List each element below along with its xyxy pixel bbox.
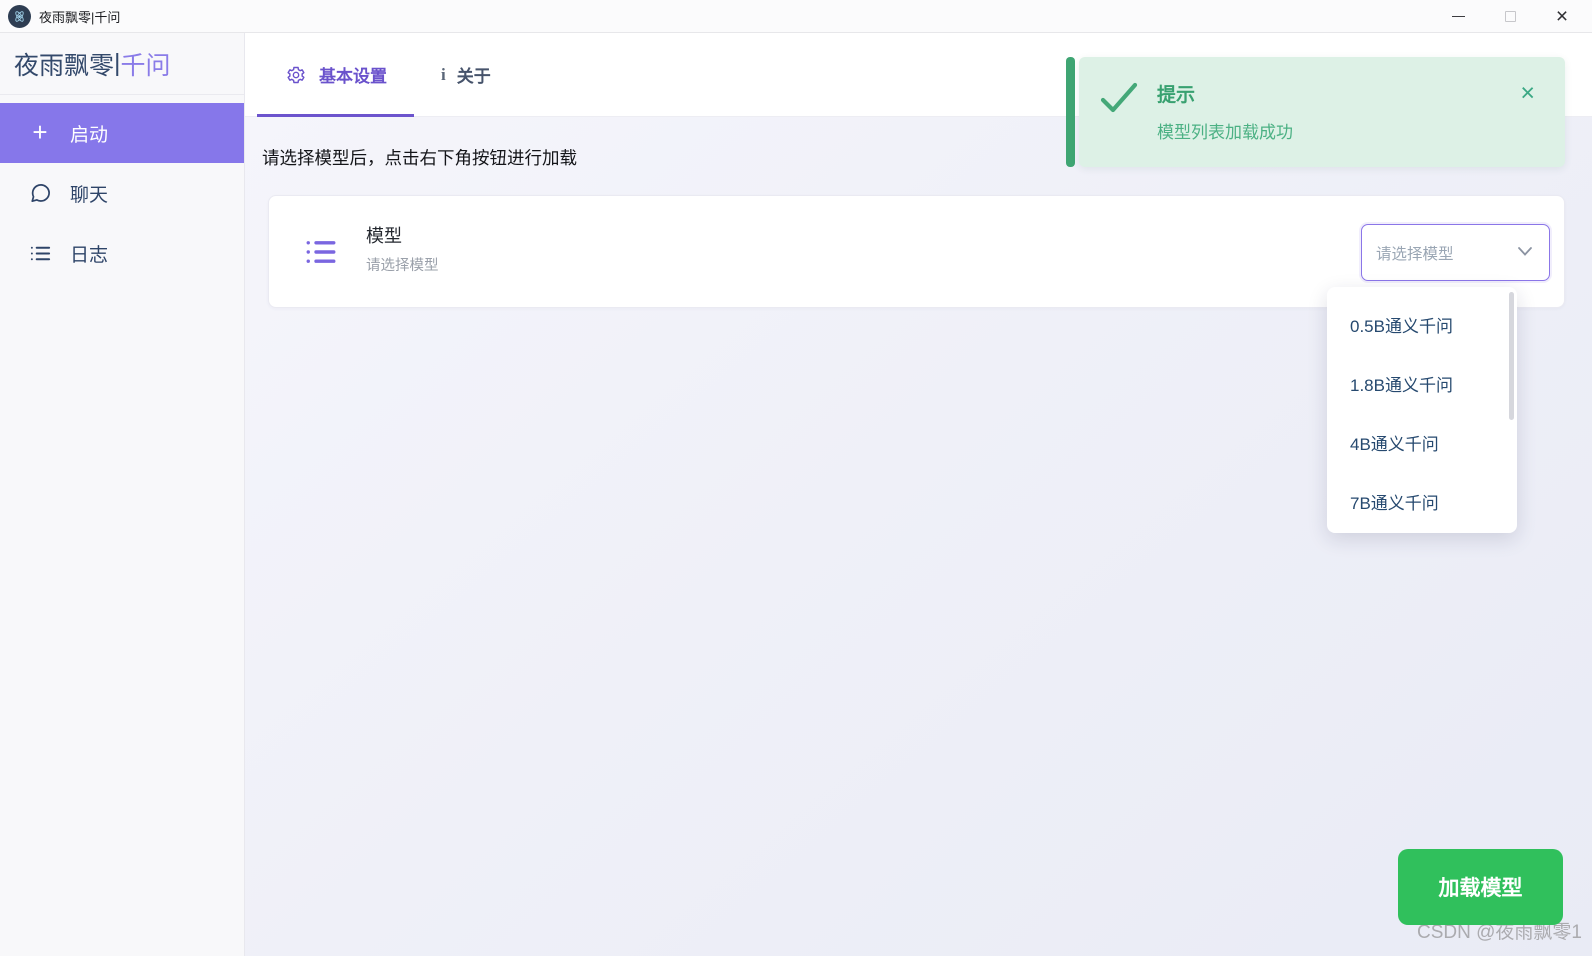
sidebar-item-logs[interactable]: 日志: [0, 223, 244, 283]
dropdown-option-0.5b[interactable]: 0.5B通义千问: [1327, 295, 1517, 354]
tab-label: 基本设置: [319, 62, 387, 87]
sidebar-item-launch[interactable]: + 启动: [0, 103, 244, 163]
plus-icon: +: [28, 121, 52, 145]
dropdown-scrollbar-thumb[interactable]: [1509, 292, 1514, 420]
tab-basic-settings[interactable]: 基本设置: [257, 33, 414, 116]
window-title: 夜雨飘零|千问: [39, 7, 120, 26]
model-select-placeholder: 请选择模型: [1376, 242, 1517, 264]
toast-body: 提示 模型列表加载成功 ×: [1079, 57, 1565, 167]
toast-message: 模型列表加载成功: [1157, 118, 1293, 143]
model-select[interactable]: 请选择模型: [1361, 224, 1550, 281]
minimize-icon: [1452, 16, 1465, 17]
window-controls: ×: [1432, 0, 1588, 33]
chat-bubble-icon: [28, 181, 52, 205]
titlebar: 夜雨飘零|千问 ×: [0, 0, 1592, 33]
model-dropdown-menu: 0.5B通义千问 1.8B通义千问 4B通义千问 7B通义千问: [1327, 287, 1517, 533]
app-window: 夜雨飘零|千问 × 夜雨飘零|千问 + 启动: [0, 0, 1592, 956]
tab-about[interactable]: i 关于: [414, 33, 518, 116]
tab-label: 关于: [457, 62, 491, 87]
toast-notification: 提示 模型列表加载成功 ×: [1066, 57, 1565, 167]
brand-primary: 夜雨飘零: [14, 46, 114, 82]
model-card-title: 模型: [366, 222, 402, 248]
app-logo-icon: [8, 5, 31, 28]
brand: 夜雨飘零|千问: [0, 33, 244, 95]
toast-close-icon[interactable]: ×: [1520, 81, 1535, 106]
dropdown-option-4b[interactable]: 4B通义千问: [1327, 413, 1517, 472]
instruction-text: 请选择模型后，点击右下角按钮进行加载: [262, 145, 577, 170]
sidebar-nav: + 启动 聊天 日志: [0, 95, 244, 283]
info-icon: i: [441, 65, 446, 85]
log-list-icon: [28, 241, 52, 265]
maximize-button[interactable]: [1484, 0, 1536, 33]
close-window-button[interactable]: ×: [1536, 0, 1588, 33]
toast-accent-bar: [1066, 57, 1075, 167]
sidebar-item-label: 启动: [70, 120, 108, 147]
main-content: 请选择模型后，点击右下角按钮进行加载 模型 请选择模型 请选择模型: [245, 117, 1592, 956]
brand-secondary: 千问: [121, 46, 171, 82]
chevron-down-icon: [1517, 244, 1533, 262]
model-list-icon: [304, 235, 338, 269]
dropdown-option-1.8b[interactable]: 1.8B通义千问: [1327, 354, 1517, 413]
gear-icon: [284, 63, 308, 87]
minimize-button[interactable]: [1432, 0, 1484, 33]
check-icon: [1099, 81, 1139, 120]
sidebar: 夜雨飘零|千问 + 启动 聊天: [0, 33, 245, 956]
load-model-button[interactable]: 加载模型: [1398, 849, 1563, 925]
toast-title: 提示: [1157, 80, 1195, 107]
sidebar-item-chat[interactable]: 聊天: [0, 163, 244, 223]
sidebar-item-label: 日志: [70, 240, 108, 267]
sidebar-item-label: 聊天: [70, 180, 108, 207]
maximize-icon: [1505, 11, 1516, 22]
model-card-subtitle: 请选择模型: [366, 254, 439, 275]
dropdown-option-7b[interactable]: 7B通义千问: [1327, 472, 1517, 531]
close-icon: ×: [1556, 6, 1568, 27]
